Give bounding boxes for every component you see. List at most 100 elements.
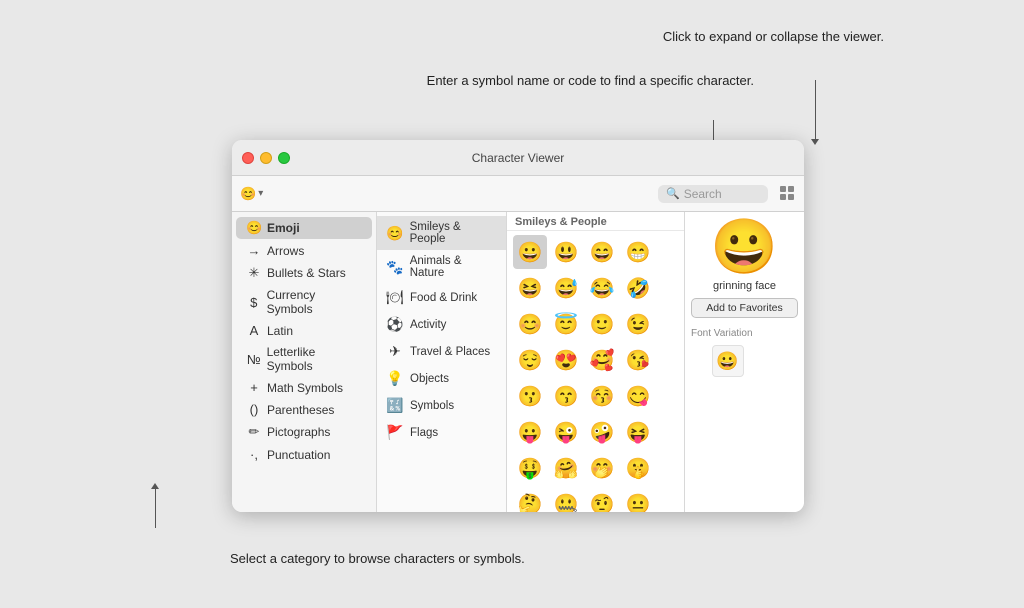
emoji-grid: 😀😃😄😁😆😅😂🤣😊😇🙂😉😌😍🥰😘😗😙😚😋😛😜🤪😝🤑🤗🤭🤫🤔🤐🤨😐😑😶😏😒 — [507, 231, 684, 512]
emoji-cell[interactable]: 😊 — [513, 307, 547, 341]
grid-view-icon[interactable] — [780, 186, 796, 202]
subcat-icon: 🐾 — [385, 259, 405, 276]
sidebar-item-letterlike-symbols[interactable]: № Letterlike Symbols — [236, 342, 372, 376]
emoji-cell[interactable]: 😛 — [513, 415, 547, 449]
sidebar-item-emoji[interactable]: 😊 Emoji — [236, 217, 372, 239]
subcat-icon: 🔣 — [385, 397, 405, 414]
emoji-cell[interactable]: 😅 — [549, 271, 583, 305]
emoji-cell[interactable]: 😜 — [549, 415, 583, 449]
main-content: 😊 Emoji → Arrows ✳Bullets & Stars $ Currency S… — [232, 212, 804, 512]
character-viewer-window: Character Viewer 😊 ▾ 🔍 Search — [232, 140, 804, 512]
emoji-cell[interactable]: 😁 — [621, 235, 655, 269]
font-variation-cell[interactable]: 😀 — [712, 345, 744, 377]
emoji-cell[interactable]: 😂 — [585, 271, 619, 305]
expand-arrow — [815, 80, 816, 140]
emoji-cell[interactable]: 🤪 — [585, 415, 619, 449]
chevron-down-icon: ▾ — [258, 188, 263, 199]
emoji-cell[interactable]: 🙂 — [585, 307, 619, 341]
emoji-cell[interactable]: 😝 — [621, 415, 655, 449]
minimize-button[interactable] — [260, 152, 272, 164]
emoji-cell[interactable]: 🤭 — [585, 451, 619, 485]
subcat-label: Objects — [410, 373, 449, 385]
annotation-category: Select a category to browse characters o… — [230, 550, 525, 568]
emoji-cell[interactable]: 😆 — [513, 271, 547, 305]
emoji-selector-icon: 😊 — [240, 186, 256, 202]
sidebar-item-latin[interactable]: ALatin — [236, 320, 372, 341]
emoji-cell[interactable]: 😘 — [621, 343, 655, 377]
subcat-icon: 🍽 — [385, 289, 405, 306]
detail-panel: 😀 grinning face Add to Favorites Font Va… — [684, 212, 804, 512]
sidebar-item-pictographs[interactable]: ✏Pictographs — [236, 421, 372, 443]
sidebar-icon: 😊 — [246, 220, 262, 236]
annotation-search: Enter a symbol name or code to find a sp… — [427, 72, 754, 90]
emoji-cell[interactable]: 🤨 — [585, 487, 619, 512]
emoji-cell[interactable]: 😗 — [513, 379, 547, 413]
search-bar[interactable]: 🔍 Search — [658, 185, 768, 203]
sidebar-item-parentheses[interactable]: ()Parentheses — [236, 399, 372, 420]
sidebar-item-bullets-&-stars[interactable]: ✳Bullets & Stars — [236, 262, 372, 284]
subcat-icon: ✈ — [385, 343, 405, 360]
emoji-cell[interactable]: 🤔 — [513, 487, 547, 512]
sidebar-label: Arrows — [267, 244, 304, 258]
subcat-item-activity[interactable]: ⚽Activity — [377, 311, 506, 338]
sidebar-icon: $ — [246, 295, 262, 310]
subcat-icon: 😊 — [385, 225, 405, 242]
sidebar-icon: № — [246, 352, 262, 367]
emoji-cell[interactable]: 😃 — [549, 235, 583, 269]
sidebar-label: Emoji — [267, 221, 300, 235]
emoji-grid-area: Smileys & People 😀😃😄😁😆😅😂🤣😊😇🙂😉😌😍🥰😘😗😙😚😋😛😜🤪… — [507, 212, 684, 512]
emoji-cell[interactable]: 🤫 — [621, 451, 655, 485]
window-title: Character Viewer — [472, 151, 564, 165]
category-arrow — [155, 488, 156, 528]
emoji-cell[interactable]: 😋 — [621, 379, 655, 413]
emoji-cell[interactable]: 🥰 — [585, 343, 619, 377]
sidebar-label: Latin — [267, 324, 293, 338]
close-button[interactable] — [242, 152, 254, 164]
subcat-item-smileys-&-people[interactable]: 😊Smileys & People — [377, 216, 506, 250]
page-wrapper: Click to expand or collapse the viewer. … — [0, 0, 1024, 608]
subcat-icon: ⚽ — [385, 316, 405, 333]
search-placeholder: Search — [684, 187, 722, 201]
sidebar-label: Letterlike Symbols — [267, 345, 362, 373]
font-variation-grid: 😀 — [712, 345, 778, 377]
sidebar-icon: () — [246, 402, 262, 417]
emoji-cell[interactable]: 😐 — [621, 487, 655, 512]
zoom-button[interactable] — [278, 152, 290, 164]
subcat-item-flags[interactable]: 🚩Flags — [377, 419, 506, 446]
emoji-cell[interactable]: 🤑 — [513, 451, 547, 485]
emoji-cell[interactable]: 🤣 — [621, 271, 655, 305]
font-variation-label: Font Variation — [691, 328, 753, 339]
sidebar-item-math-symbols[interactable]: +Math Symbols — [236, 377, 372, 398]
emoji-cell[interactable]: 🤐 — [549, 487, 583, 512]
emoji-cell[interactable]: 😉 — [621, 307, 655, 341]
search-icon: 🔍 — [666, 187, 680, 200]
subcat-item-objects[interactable]: 💡Objects — [377, 365, 506, 392]
subcat-item-travel-&-places[interactable]: ✈ Travel & Places — [377, 338, 506, 365]
sidebar-item-currency-symbols[interactable]: $ Currency Symbols — [236, 285, 372, 319]
emoji-cell[interactable]: 😚 — [585, 379, 619, 413]
traffic-lights — [242, 152, 290, 164]
subcat-label: Travel & Places — [410, 346, 490, 358]
add-favorites-button[interactable]: Add to Favorites — [691, 298, 798, 318]
emoji-cell[interactable]: 😌 — [513, 343, 547, 377]
emoji-cell[interactable]: 😀 — [513, 235, 547, 269]
emoji-cell[interactable]: 😄 — [585, 235, 619, 269]
emoji-cell[interactable]: 😍 — [549, 343, 583, 377]
emoji-cell[interactable]: 😇 — [549, 307, 583, 341]
titlebar: Character Viewer — [232, 140, 804, 176]
subcat-item-symbols[interactable]: 🔣Symbols — [377, 392, 506, 419]
sidebar-item-punctuation[interactable]: ·,Punctuation — [236, 444, 372, 465]
subcategory-panel: 😊Smileys & People 🐾 Animals & Nature 🍽Food … — [377, 212, 507, 512]
subcat-item-food-&-drink[interactable]: 🍽Food & Drink — [377, 284, 506, 311]
emoji-selector[interactable]: 😊 ▾ — [240, 186, 263, 202]
subcat-label: Animals & Nature — [410, 255, 498, 279]
sidebar-label: Currency Symbols — [267, 288, 362, 316]
sidebar-icon: ✏ — [246, 424, 262, 440]
sidebar-label: Punctuation — [267, 448, 330, 462]
sidebar-item-arrows[interactable]: → Arrows — [236, 240, 372, 261]
emoji-cell[interactable]: 🤗 — [549, 451, 583, 485]
detail-emoji: 😀 — [711, 220, 778, 274]
sidebar-icon: → — [246, 243, 262, 258]
emoji-cell[interactable]: 😙 — [549, 379, 583, 413]
subcat-item-animals-&-nature[interactable]: 🐾 Animals & Nature — [377, 250, 506, 284]
